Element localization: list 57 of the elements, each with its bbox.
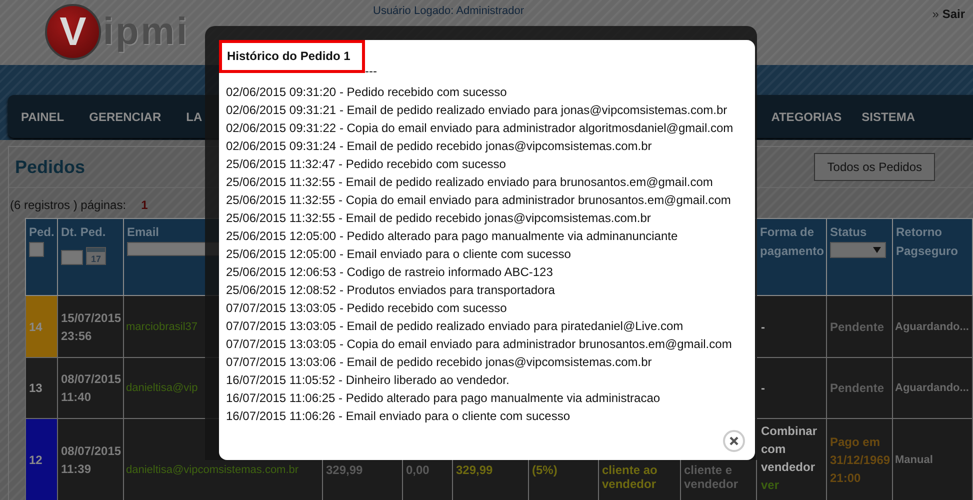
status-cell: Pendente — [826, 296, 892, 358]
table-cell-text: 329,99 — [326, 463, 364, 477]
column-label: Dt. Ped. — [61, 224, 106, 241]
nav-item[interactable]: SISTEMA — [862, 110, 915, 124]
table-cell-text: 329,99 — [456, 463, 494, 477]
separator-text: --- — [364, 71, 378, 79]
table-cell-text: cliente e vendedor — [684, 463, 740, 491]
status-cell: Pendente — [826, 358, 892, 418]
column-label: Ped. — [29, 224, 54, 241]
history-entry: 02/06/2015 09:31:20 - Pedido recebido com sucesso — [226, 84, 508, 101]
close-button[interactable] — [723, 430, 745, 452]
column-label: Forma de pagamento — [760, 224, 824, 260]
history-entry: 02/06/2015 09:31:24 - Email de pedido recebido jonas@vipcomsistemas.com.br — [226, 138, 653, 155]
history-entry: 25/06/2015 11:32:55 - Copia do email enviado para administrador brunosantos.em@gmail.com — [226, 192, 732, 209]
payment-cell-text: Combinar com vendedor ver — [761, 423, 818, 494]
status-cell: Pago em 31/12/1969 21:00 — [826, 418, 892, 500]
all-orders-button[interactable]: Todos os Pedidos — [814, 153, 935, 181]
order-number-cell: 12 — [26, 418, 58, 500]
logout-link[interactable]: » Sair — [932, 7, 965, 21]
nav-item[interactable]: GERENCIAR — [89, 110, 162, 124]
history-entry: 25/06/2015 12:05:00 - Pedido alterado para pago manualmente via adminanunciante — [226, 228, 679, 245]
history-entry: 25/06/2015 11:32:55 - Email de pedido realizado enviado para brunosantos.em@gmail.com — [226, 174, 714, 191]
return-cell: Manual — [892, 418, 972, 500]
dropdown-icon — [873, 247, 881, 253]
records-label: (6 registros ) páginas: — [10, 198, 126, 212]
date-field[interactable] — [61, 250, 83, 265]
table-cell-text: cliente ao vendedor — [602, 463, 658, 491]
history-entry: 25/06/2015 11:32:47 - Pedido recebido com sucesso — [226, 156, 507, 173]
history-entry: 25/06/2015 11:32:55 - Email de pedido recebido jonas@vipcomsistemas.com.br — [226, 210, 652, 227]
page-title: Pedidos — [15, 156, 86, 178]
close-icon — [729, 436, 739, 446]
table-cell-text: (5%) — [532, 463, 558, 477]
return-cell: Aguardando... — [892, 358, 972, 418]
nav-item[interactable]: PAINEL — [21, 110, 64, 124]
date-cell: 08/07/2015 11:39 — [58, 418, 124, 500]
column-label: Status — [830, 224, 867, 241]
logo-mark: V — [45, 4, 101, 60]
payment-cell-text: - — [761, 318, 766, 336]
logged-user: Usuário Logado: Administrador — [373, 5, 524, 17]
nav-item[interactable]: ATEGORIAS — [771, 110, 842, 124]
history-entry: 02/06/2015 09:31:21 - Email de pedido realizado enviado para jonas@vipcomsistemas.com.br — [226, 102, 728, 119]
history-entry: 02/06/2015 09:31:22 - Copia do email enviado para administrador algoritmosdaniel@gmail.com — [226, 120, 734, 137]
dialog-title: Histórico do Pedido 1 — [219, 40, 365, 73]
filter-checkbox[interactable] — [29, 242, 44, 257]
status-select[interactable] — [830, 242, 886, 258]
column-label: Retorno Pagseguro — [896, 224, 960, 260]
table-cell-text: 0,00 — [406, 463, 430, 477]
column-label: Email — [127, 224, 160, 241]
order-number-cell: 13 — [26, 358, 58, 418]
return-cell: Aguardando... — [892, 296, 972, 358]
date-cell: 15/07/2015 23:56 — [58, 296, 124, 358]
history-entry: 25/06/2015 12:06:53 - Codigo de rastreio informado ABC-123 — [226, 264, 554, 281]
order-number-cell: 14 — [26, 296, 58, 358]
date-cell: 08/07/2015 11:40 — [58, 358, 124, 418]
history-entry: 25/06/2015 12:05:00 - Email enviado para o cliente com sucesso — [226, 246, 572, 263]
nav-item[interactable]: LA — [186, 110, 202, 124]
payment-cell-text: - — [761, 380, 766, 397]
